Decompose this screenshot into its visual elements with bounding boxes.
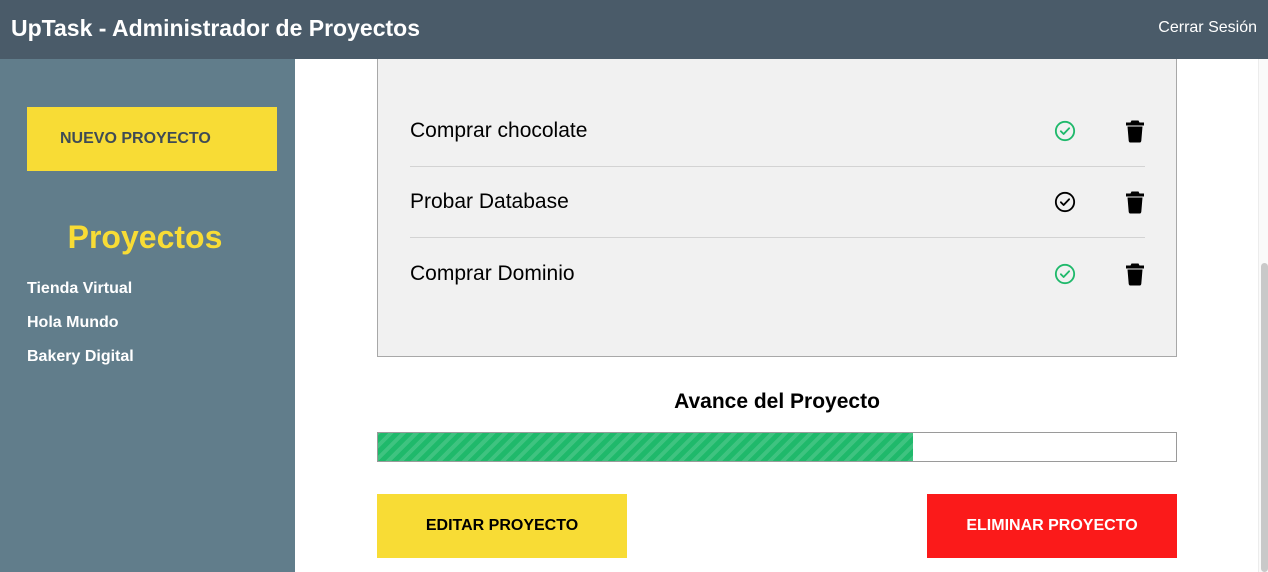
sidebar-item-hola-mundo[interactable]: Hola Mundo xyxy=(27,314,134,348)
edit-project-button[interactable]: EDITAR PROYECTO xyxy=(377,494,627,558)
project-list: Tienda Virtual Hola Mundo Bakery Digital xyxy=(27,280,134,382)
logout-link[interactable]: Cerrar Sesión xyxy=(1158,19,1257,37)
scrollbar-thumb[interactable] xyxy=(1261,263,1268,572)
task-item: Comprar Dominio xyxy=(410,238,1145,309)
task-name: Comprar Dominio xyxy=(410,261,575,285)
trash-icon[interactable] xyxy=(1123,189,1147,215)
sidebar-item-bakery-digital[interactable]: Bakery Digital xyxy=(27,348,134,382)
sidebar: NUEVO PROYECTO Proyectos Tienda Virtual … xyxy=(0,59,295,572)
new-project-button[interactable]: NUEVO PROYECTO xyxy=(27,107,277,171)
task-item: Comprar chocolate xyxy=(410,96,1145,167)
progress-bar xyxy=(377,432,1177,462)
task-list: Comprar chocolate Probar Database Compra… xyxy=(377,59,1177,357)
trash-icon[interactable] xyxy=(1123,261,1147,287)
task-name: Comprar chocolate xyxy=(410,119,588,142)
trash-icon[interactable] xyxy=(1123,118,1147,144)
task-item: Probar Database xyxy=(410,167,1145,238)
delete-project-button[interactable]: ELIMINAR PROYECTO xyxy=(927,494,1177,558)
check-circle-icon[interactable] xyxy=(1053,262,1077,286)
check-circle-icon[interactable] xyxy=(1053,190,1077,214)
progress-title: Avance del Proyecto xyxy=(674,390,880,413)
scrollbar[interactable] xyxy=(1258,59,1268,572)
sidebar-item-tienda-virtual[interactable]: Tienda Virtual xyxy=(27,280,134,314)
top-bar: UpTask - Administrador de Proyectos Cerr… xyxy=(0,0,1268,59)
app-title: UpTask - Administrador de Proyectos xyxy=(11,15,420,41)
task-name: Probar Database xyxy=(410,190,569,213)
check-circle-icon[interactable] xyxy=(1053,119,1077,143)
projects-heading: Proyectos xyxy=(67,219,223,255)
progress-fill xyxy=(378,433,913,461)
